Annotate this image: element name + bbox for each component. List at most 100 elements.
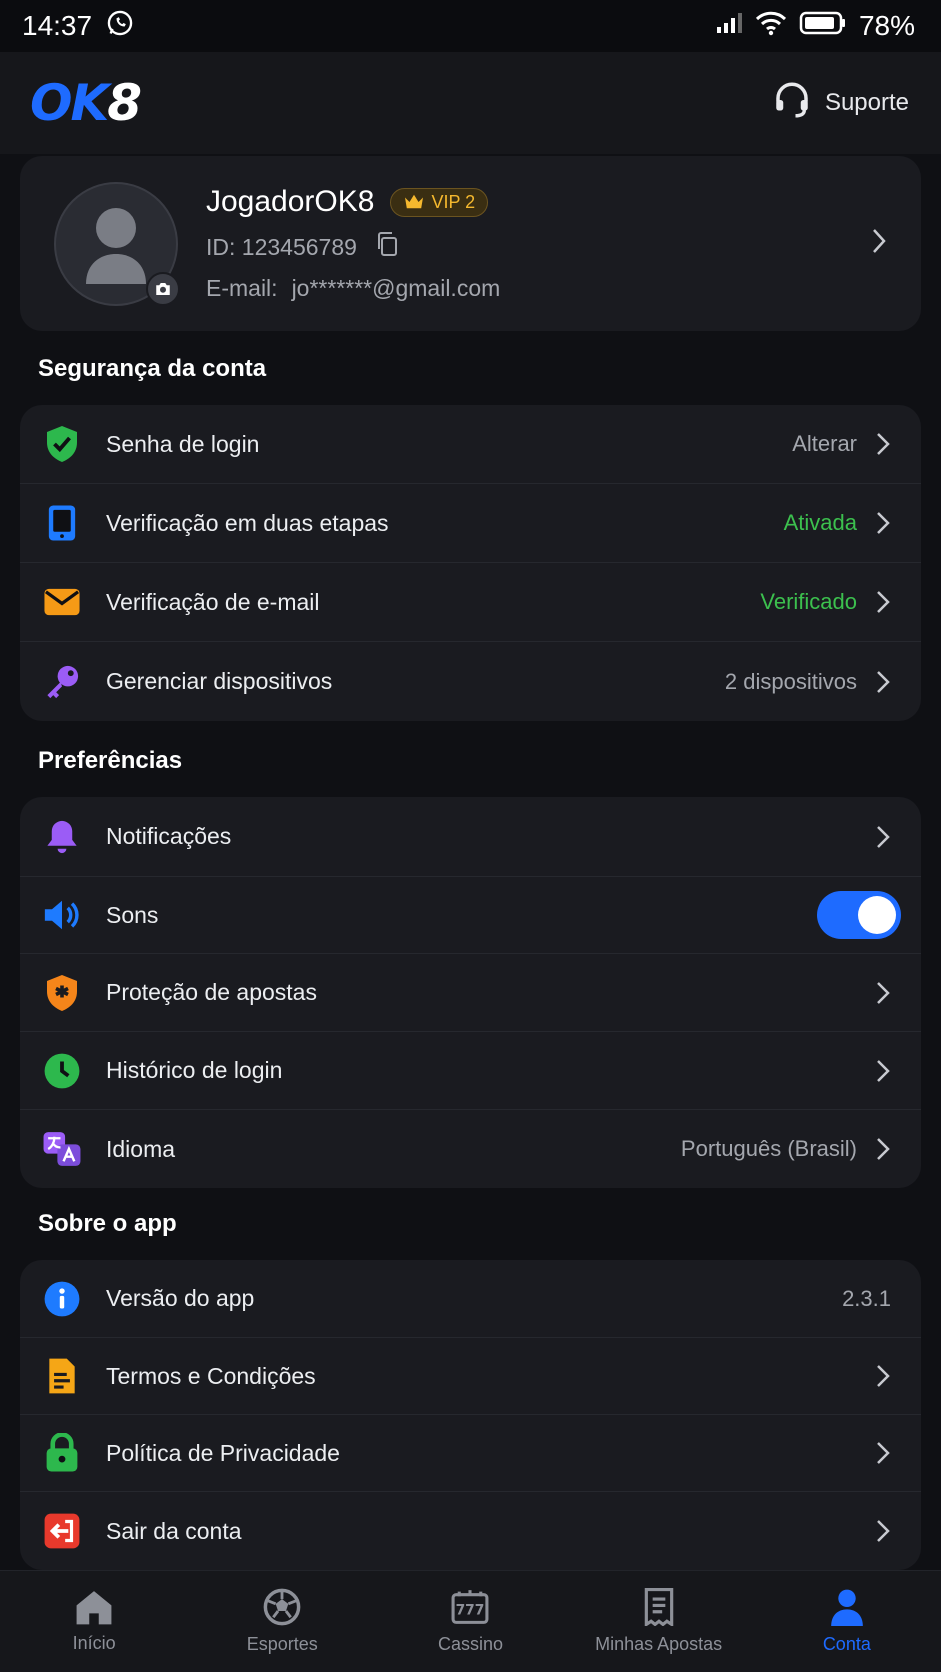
nav-label: Cassino [437,1634,503,1654]
logo-ok-text: OK [30,74,109,132]
nav-item-conta[interactable]: Conta [753,1588,941,1655]
vip-badge: VIP 2 [390,187,489,217]
preferences-card: Notificações Sons Proteção de apostas Hi… [20,797,921,1188]
avatar[interactable] [54,181,180,306]
row-value: Português (Brasil) [680,1136,857,1161]
shield-badge-icon [42,973,82,1013]
row-label: Termos e Condições [106,1362,316,1389]
row-value: 2.3.1 [842,1285,891,1311]
chevron-right-icon [877,1520,890,1542]
copy-icon[interactable] [375,231,399,263]
section-title-preferences: Preferências [38,747,183,774]
row-value: Verificado [760,589,857,614]
whatsapp-icon [106,9,134,44]
chevron-right-icon [877,1059,890,1082]
battery-percent: 78% [858,10,915,41]
nav-label: Início [72,1633,116,1653]
row-label: Histórico de login [106,1057,283,1083]
row-label: Sair da conta [106,1517,242,1544]
home-icon [76,1591,112,1625]
chevron-right-icon [877,1365,890,1387]
security-card: Senha de login Alterar Verificação em du… [20,405,921,721]
nav-label: Esportes [246,1634,318,1654]
profile-info: JogadorOK8 VIP 2 ID: 123456789 E-mail: j… [206,185,861,302]
about-card: Versão do app 2.3.1 Termos e Condições P… [20,1260,921,1570]
nav-label: Minhas Apostas [595,1634,723,1654]
row-terms[interactable]: Termos e Condições [20,1338,921,1415]
envelope-icon [42,582,82,622]
chevron-right-icon [877,1442,890,1464]
row-manage-devices[interactable]: Gerenciar dispositivos 2 dispositivos [20,642,921,721]
row-value: 2 dispositivos [724,668,857,694]
nav-item-inicio[interactable]: Início [0,1589,188,1654]
camera-icon[interactable] [146,271,180,306]
nav-label: Conta [822,1634,871,1654]
row-two-step-verification[interactable]: Verificação em duas etapas Ativada [20,484,921,563]
signal-icon [715,10,743,42]
wifi-icon [755,10,787,43]
logo-8-text: 8 [107,74,142,132]
support-button[interactable]: Suporte [771,79,909,128]
soccer-ball-icon [263,1588,301,1626]
row-login-password[interactable]: Senha de login Alterar [20,405,921,484]
svg-text:777: 777 [456,1603,485,1619]
profile-card[interactable]: JogadorOK8 VIP 2 ID: 123456789 E-mail: j… [20,156,921,331]
shield-check-icon [42,424,82,464]
chevron-right-icon [877,512,890,534]
vip-level: VIP 2 [431,191,476,212]
email-value: jo*******@gmail.com [291,275,501,301]
crown-icon [405,194,424,209]
row-label: Sons [106,901,159,928]
row-login-history[interactable]: Histórico de login [20,1032,921,1110]
row-label: Versão do app [106,1285,255,1311]
status-time: 14:37 [22,10,93,41]
row-logout[interactable]: Sair da conta [20,1492,921,1570]
speaker-icon [42,895,82,935]
app-header: OK 8 Suporte [0,52,941,154]
row-label: Gerenciar dispositivos [106,668,333,694]
username: JogadorOK8 [206,185,375,218]
row-label: Verificação em duas etapas [106,509,389,536]
bell-icon [42,817,82,857]
document-icon [42,1356,82,1396]
logout-icon [42,1511,82,1551]
smartphone-icon [42,503,82,543]
sounds-toggle[interactable] [817,891,901,939]
info-icon [42,1279,82,1319]
nav-item-cassino[interactable]: 777 Cassino [376,1588,564,1655]
user-id: ID: 123456789 [206,234,357,261]
row-label: Idioma [106,1135,176,1162]
chevron-right-icon [877,433,890,455]
row-label: Senha de login [106,430,260,457]
chevron-right-icon [877,981,890,1004]
row-notifications[interactable]: Notificações [20,797,921,877]
email-label: E-mail: [206,275,278,301]
chevron-right-icon [877,825,890,848]
row-value: Alterar [792,431,857,456]
chevron-right-icon [877,591,890,613]
row-bet-protection[interactable]: Proteção de apostas [20,954,921,1032]
row-value: Ativada [783,510,857,535]
row-label: Notificações [106,823,232,849]
translate-icon [42,1129,82,1169]
clock-icon [42,1051,82,1091]
id-label: ID: [206,233,236,260]
row-label: Verificação de e-mail [106,588,320,615]
chevron-right-icon [871,227,887,260]
row-email-verification[interactable]: Verificação de e-mail Verificado [20,563,921,642]
receipt-icon [644,1588,673,1626]
nav-item-minhas-apostas[interactable]: Minhas Apostas [565,1588,753,1655]
ok8-logo[interactable]: OK 8 [30,74,142,132]
row-label: Proteção de apostas [106,979,317,1005]
key-icon [42,662,82,702]
row-privacy-policy[interactable]: Política de Privacidade [20,1415,921,1492]
section-title-about: Sobre o app [38,1210,177,1237]
support-label: Suporte [824,89,909,116]
row-language[interactable]: Idioma Português (Brasil) [20,1110,921,1188]
headset-icon [771,79,813,128]
slot-machine-icon: 777 [452,1590,489,1624]
row-sounds[interactable]: Sons [20,877,921,954]
row-app-version[interactable]: Versão do app 2.3.1 [20,1260,921,1338]
nav-item-esportes[interactable]: Esportes [188,1588,376,1655]
battery-icon [799,10,847,43]
